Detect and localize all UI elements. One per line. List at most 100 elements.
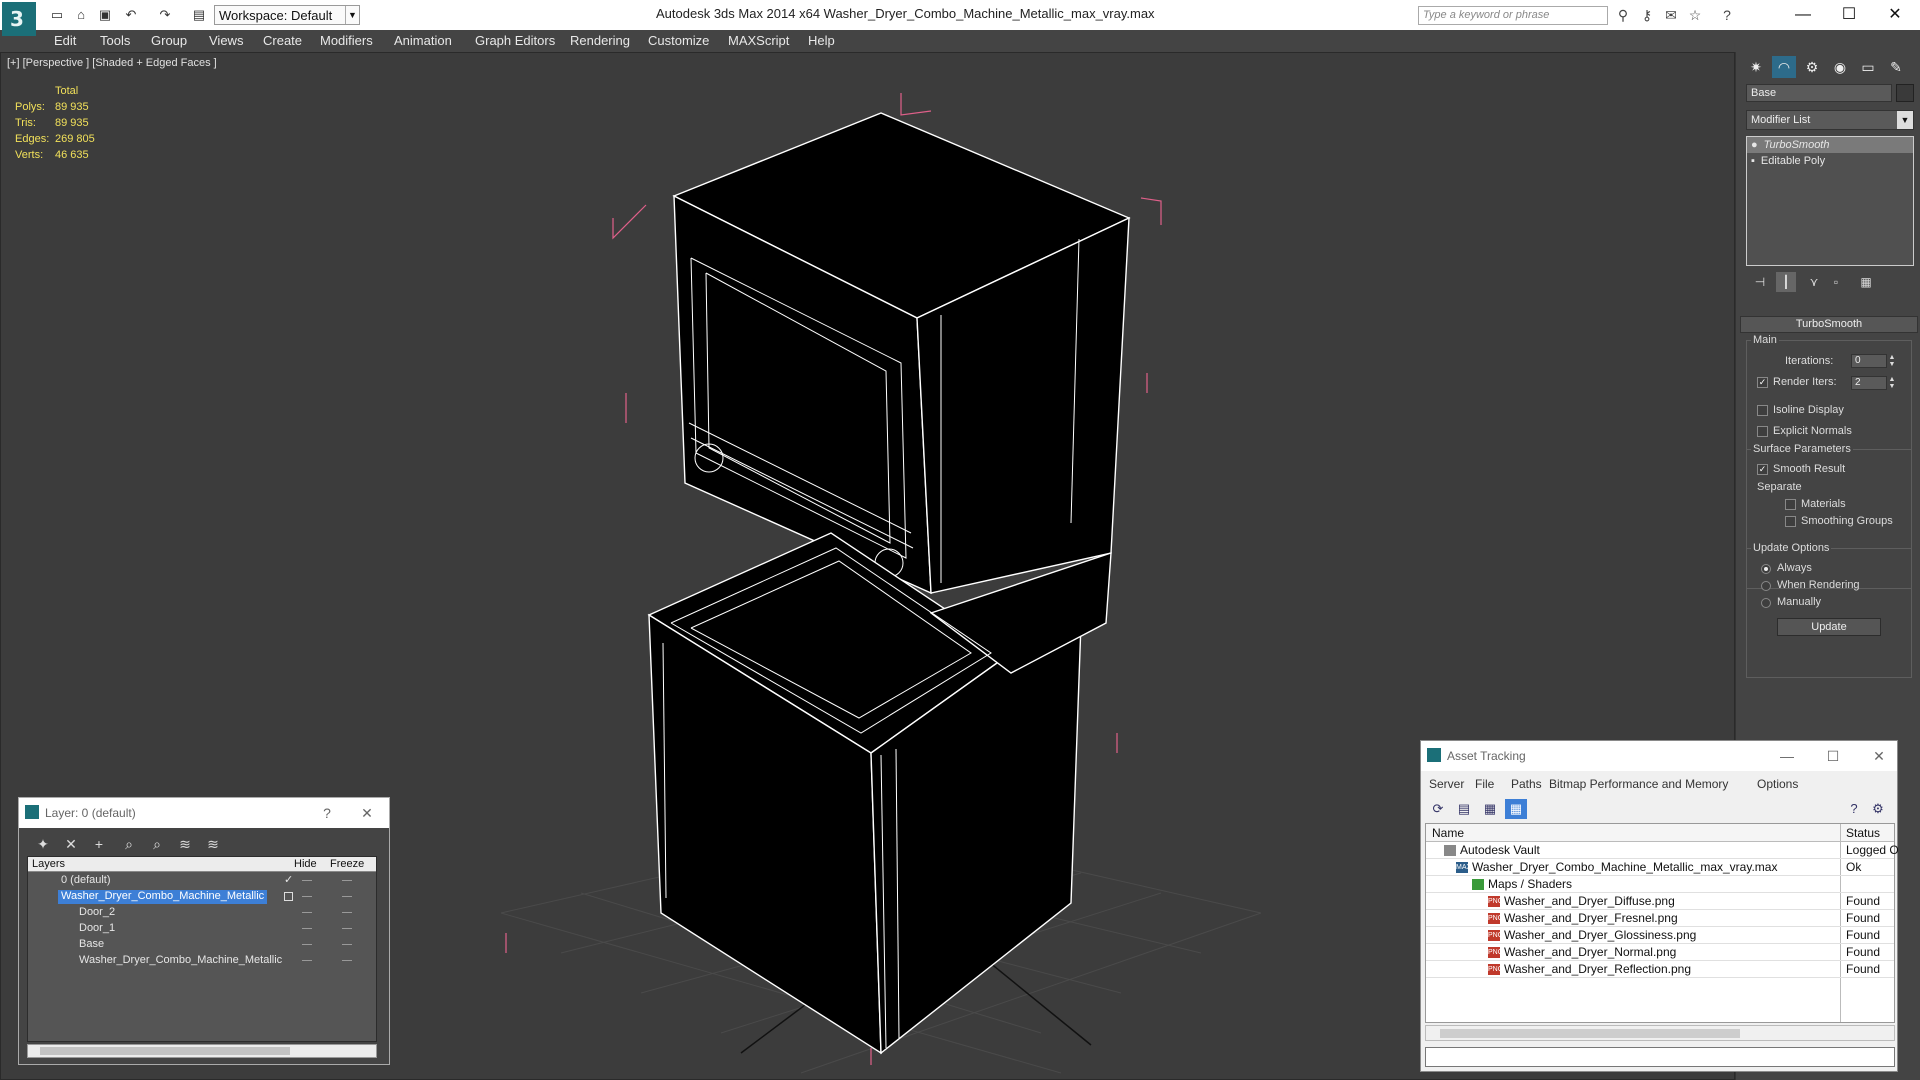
menu-bitmap-performance[interactable]: Bitmap Performance and Memory	[1549, 777, 1728, 791]
asset-row[interactable]: MAX Washer_Dryer_Combo_Machine_Metallic_…	[1426, 859, 1894, 876]
menu-modifiers[interactable]: Modifiers	[320, 33, 373, 48]
create-layer-icon[interactable]: ✦	[33, 834, 53, 854]
viewport-label[interactable]: [+] [Perspective ] [Shaded + Edged Faces…	[7, 57, 217, 69]
add-to-layer-icon[interactable]: +	[89, 834, 109, 854]
maximize-button[interactable]: ☐	[1834, 4, 1864, 26]
explicit-normals-checkbox[interactable]	[1757, 426, 1768, 437]
menu-customize[interactable]: Customize	[648, 33, 709, 48]
menu-views[interactable]: Views	[209, 33, 243, 48]
menu-options[interactable]: Options	[1757, 777, 1798, 791]
current-layer-box[interactable]	[284, 892, 293, 901]
hide-toggle[interactable]	[302, 928, 312, 929]
utilities-tab-icon[interactable]: ✎	[1884, 56, 1908, 78]
menu-group[interactable]: Group	[151, 33, 187, 48]
make-unique-icon[interactable]: ⋎	[1804, 272, 1824, 292]
menu-tools[interactable]: Tools	[100, 33, 130, 48]
new-file-icon[interactable]: ▭	[48, 6, 66, 24]
object-color-swatch[interactable]	[1896, 84, 1914, 102]
object-name-field[interactable]: Base	[1746, 84, 1892, 102]
render-iters-spinner[interactable]: 2	[1851, 376, 1887, 390]
redo-icon[interactable]: ↷	[156, 6, 174, 24]
layer-row[interactable]: Door_2	[28, 905, 376, 921]
modifier-list-dropdown[interactable]: Modifier List ▼	[1746, 110, 1914, 130]
scroll-thumb[interactable]	[40, 1047, 290, 1055]
asset-row[interactable]: PNG Washer_and_Dryer_Normal.png Found	[1426, 944, 1894, 961]
materials-checkbox[interactable]	[1785, 499, 1796, 510]
spinner-arrows-icon[interactable]: ▲ ▼	[1887, 376, 1897, 390]
asset-window-titlebar[interactable]: Asset Tracking — ☐ ✕	[1421, 741, 1897, 771]
workspace-dropdown[interactable]: Workspace: Default ▼	[214, 5, 360, 25]
close-icon[interactable]: ✕	[1869, 746, 1889, 766]
col-freeze[interactable]: Freeze	[330, 858, 364, 870]
turbosmooth-rollout[interactable]: TurboSmooth	[1740, 316, 1918, 333]
asset-row[interactable]: PNG Washer_and_Dryer_Diffuse.png Found	[1426, 893, 1894, 910]
maximize-icon[interactable]: ☐	[1823, 746, 1843, 766]
favorites-star-icon[interactable]: ☆	[1686, 6, 1704, 24]
col-hide[interactable]: Hide	[294, 858, 317, 870]
hide-toggle[interactable]	[302, 912, 312, 913]
hide-toggle[interactable]	[302, 880, 312, 881]
layer-window-titlebar[interactable]: Layer: 0 (default) ? ✕	[19, 798, 389, 828]
communication-icon[interactable]: ✉	[1662, 6, 1680, 24]
layer-row[interactable]: Washer_Dryer_Combo_Machine_Metallic	[28, 889, 376, 905]
minimize-button[interactable]: —	[1788, 4, 1818, 26]
menu-graph-editors[interactable]: Graph Editors	[475, 33, 555, 48]
when-rendering-radio[interactable]	[1761, 581, 1771, 591]
hide-toggle[interactable]	[302, 944, 312, 945]
spinner-arrows-icon[interactable]: ▲ ▼	[1887, 354, 1897, 368]
configure-sets-icon[interactable]: ▦	[1856, 272, 1876, 292]
open-file-icon[interactable]: ⌂	[72, 6, 90, 24]
show-end-result-icon[interactable]: ┃	[1776, 272, 1796, 292]
freeze-toggle[interactable]	[342, 912, 352, 913]
lightbulb-icon[interactable]: ●	[1751, 139, 1758, 151]
smooth-result-checkbox[interactable]: ✓	[1757, 464, 1768, 475]
layer-hscrollbar[interactable]	[27, 1044, 377, 1058]
search-input[interactable]: Type a keyword or phrase	[1418, 6, 1608, 25]
menu-file[interactable]: File	[1475, 777, 1494, 791]
menu-animation[interactable]: Animation	[394, 33, 452, 48]
scroll-thumb[interactable]	[1440, 1029, 1740, 1038]
close-icon[interactable]: ✕	[357, 803, 377, 823]
update-button[interactable]: Update	[1777, 618, 1881, 636]
freeze-toggle[interactable]	[342, 944, 352, 945]
always-radio[interactable]	[1761, 564, 1771, 574]
stack-item-editable-poly[interactable]: ▪ Editable Poly	[1747, 153, 1913, 169]
hide-toggle[interactable]	[302, 960, 312, 961]
asset-row[interactable]: PNG Washer_and_Dryer_Reflection.png Foun…	[1426, 961, 1894, 978]
select-objects-icon[interactable]: ⌕	[119, 834, 139, 854]
layer-row[interactable]: Washer_Dryer_Combo_Machine_Metallic	[28, 953, 376, 969]
thumbnail-view-icon[interactable]: ▦	[1479, 799, 1501, 819]
close-button[interactable]: ✕	[1880, 4, 1910, 26]
help-icon[interactable]: ?	[1718, 6, 1736, 24]
freeze-toggle[interactable]	[342, 960, 352, 961]
col-name[interactable]: Name	[1432, 826, 1464, 840]
col-status[interactable]: Status	[1846, 826, 1880, 840]
menu-create[interactable]: Create	[263, 33, 302, 48]
iterations-spinner[interactable]: 0	[1851, 354, 1887, 368]
asset-row[interactable]: Autodesk Vault Logged O	[1426, 842, 1899, 859]
create-tab-icon[interactable]: ✷	[1744, 56, 1768, 78]
asset-row[interactable]: PNG Washer_and_Dryer_Fresnel.png Found	[1426, 910, 1894, 927]
menu-rendering[interactable]: Rendering	[570, 33, 630, 48]
modify-tab-icon[interactable]: ◠	[1772, 56, 1796, 78]
manually-radio[interactable]	[1761, 598, 1771, 608]
display-tab-icon[interactable]: ▭	[1856, 56, 1880, 78]
expand-icon[interactable]: ▪	[1751, 155, 1755, 167]
save-file-icon[interactable]: ▣	[96, 6, 114, 24]
list-view-icon[interactable]: ▤	[1453, 799, 1475, 819]
binoculars-icon[interactable]: ⚲	[1614, 6, 1632, 24]
menu-help[interactable]: Help	[808, 33, 835, 48]
menu-maxscript[interactable]: MAXScript	[728, 33, 789, 48]
undo-icon[interactable]: ↶	[122, 6, 140, 24]
delete-layer-icon[interactable]: ✕	[61, 834, 81, 854]
smoothing-groups-checkbox[interactable]	[1785, 516, 1796, 527]
asset-row[interactable]: PNG Washer_and_Dryer_Glossiness.png Foun…	[1426, 927, 1894, 944]
freeze-toggle[interactable]	[342, 928, 352, 929]
help-icon[interactable]: ?	[317, 803, 337, 823]
render-iters-checkbox[interactable]: ✓	[1757, 377, 1768, 388]
hierarchy-tab-icon[interactable]: ⚙	[1800, 56, 1824, 78]
layer-row[interactable]: 0 (default) ✓	[28, 873, 376, 889]
hide-all-icon[interactable]: ≋	[175, 834, 195, 854]
freeze-toggle[interactable]	[342, 880, 352, 881]
menu-server[interactable]: Server	[1429, 777, 1464, 791]
